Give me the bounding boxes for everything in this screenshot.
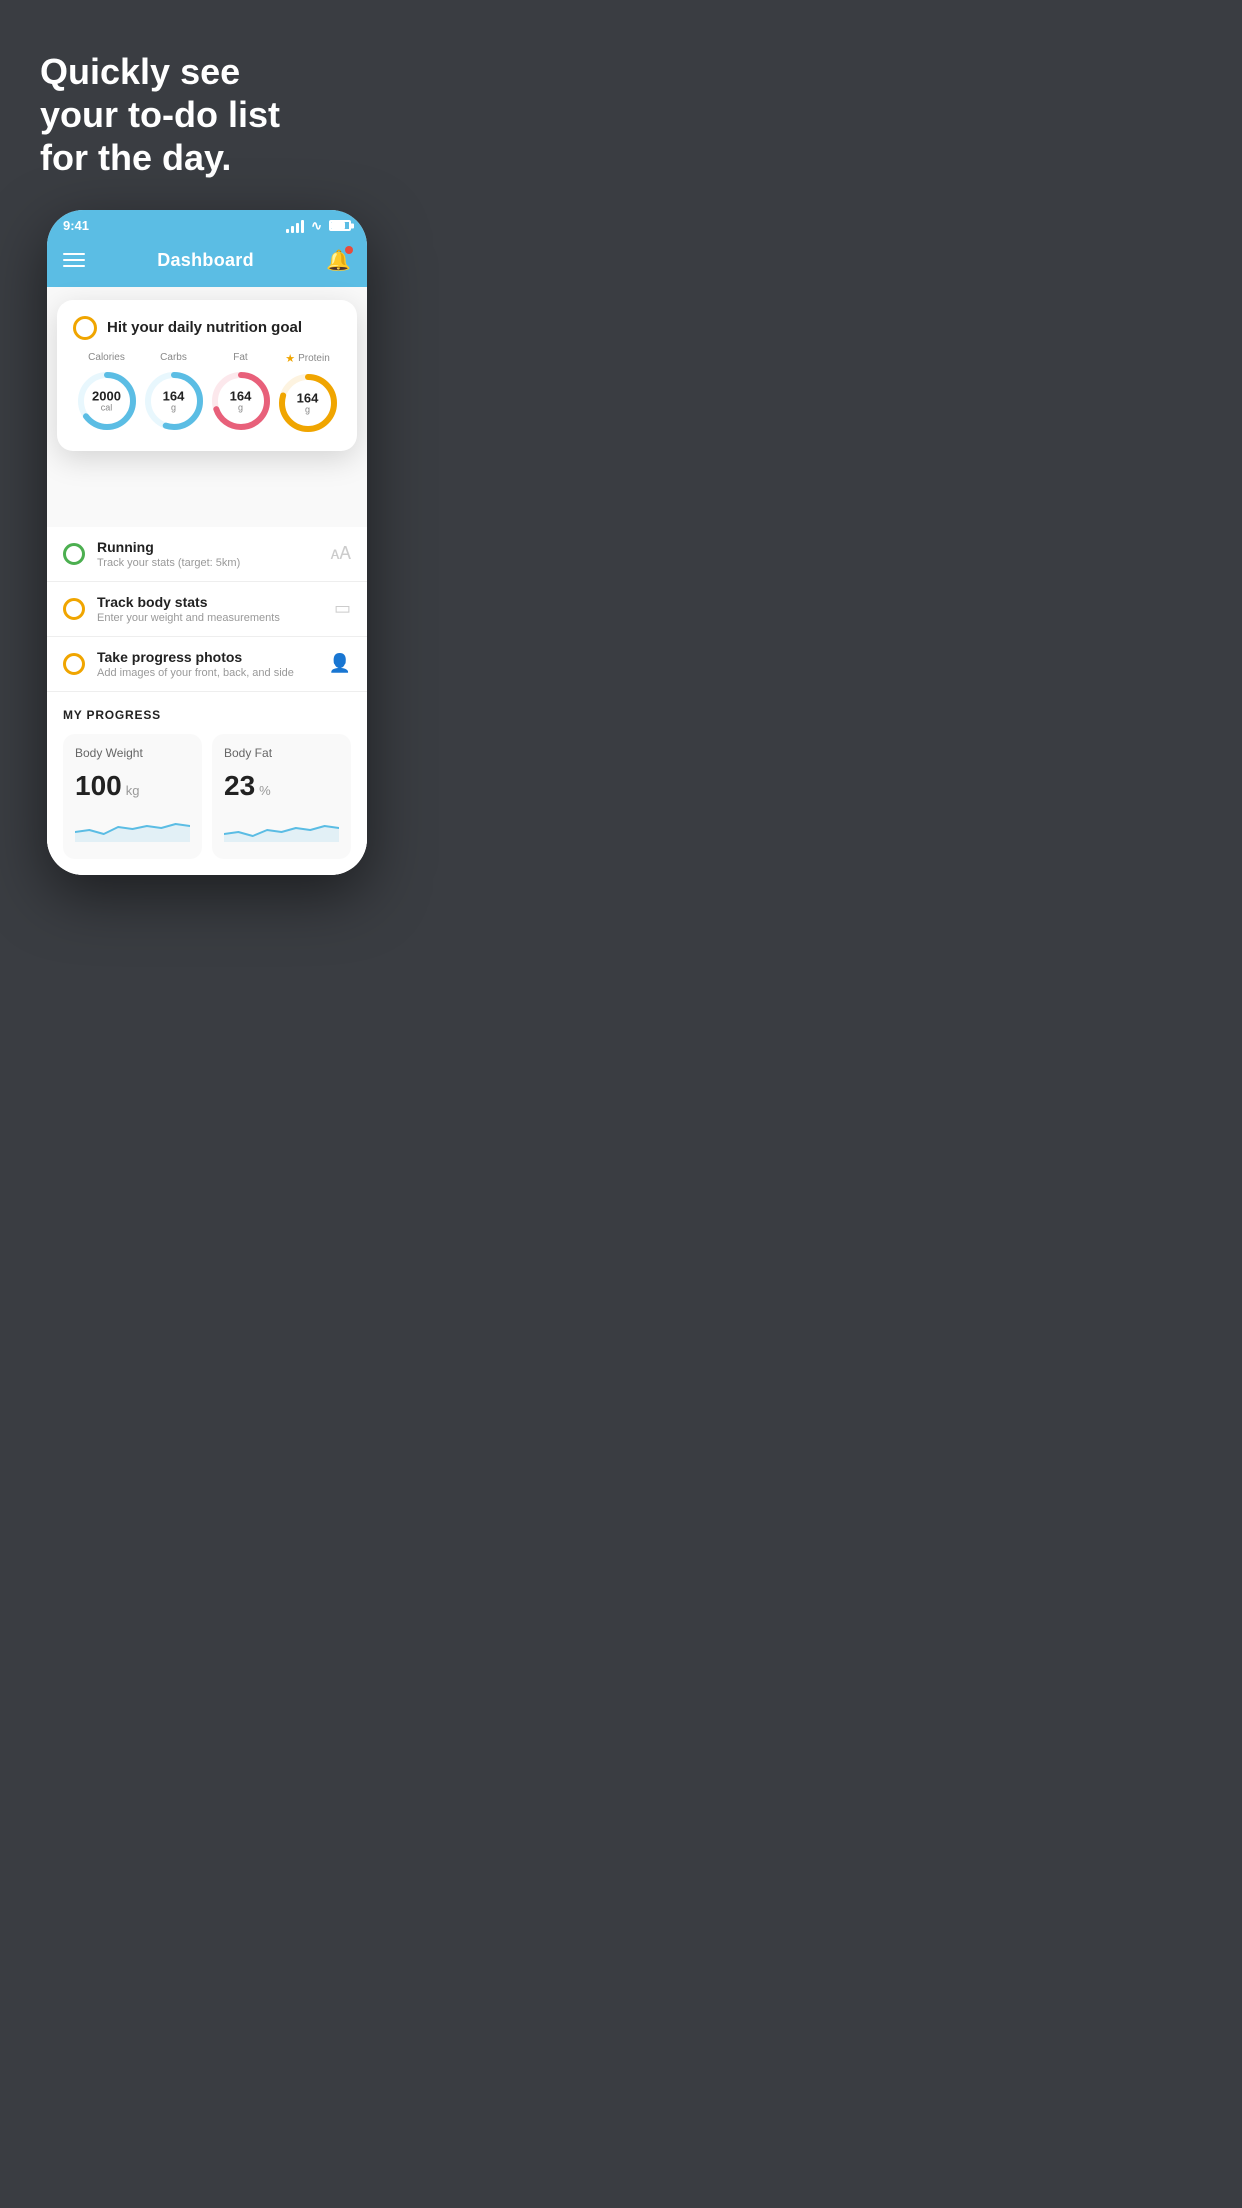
nutrition-card[interactable]: Hit your daily nutrition goal Calories 2…: [57, 300, 357, 451]
body-weight-unit: kg: [126, 783, 140, 798]
body-fat-value: 23: [224, 770, 255, 802]
todo-circle-running: [63, 543, 85, 565]
wifi-icon: ∿: [311, 218, 322, 234]
todo-circle-photos: [63, 653, 85, 675]
carbs-unit: g: [163, 402, 185, 412]
protein-unit: g: [297, 404, 319, 414]
body-weight-title: Body Weight: [75, 746, 190, 760]
fat-unit: g: [230, 402, 252, 412]
protein-label: ★ Protein: [285, 352, 330, 365]
list-item[interactable]: Track body stats Enter your weight and m…: [47, 582, 367, 637]
calories-unit: cal: [92, 402, 121, 412]
hero-title: Quickly see your to-do list for the day.: [40, 50, 374, 180]
running-icon: 🗚: [331, 543, 351, 564]
calories-donut: 2000 cal: [75, 369, 139, 433]
body-weight-card[interactable]: Body Weight 100 kg: [63, 734, 202, 859]
todo-text-running: Running Track your stats (target: 5km): [97, 539, 319, 569]
protein-item: ★ Protein 164 g: [276, 352, 340, 435]
body-weight-value-row: 100 kg: [75, 770, 190, 802]
calories-item: Calories 2000 cal: [75, 352, 139, 433]
photo-icon: 👤: [329, 653, 351, 674]
star-icon: ★: [285, 352, 295, 365]
todo-text-photos: Take progress photos Add images of your …: [97, 649, 317, 679]
calories-value: 2000: [92, 389, 121, 402]
protein-value: 164: [297, 391, 319, 404]
scale-icon: ▭: [334, 598, 351, 619]
progress-section: MY PROGRESS Body Weight 100 kg Body Fat: [47, 692, 367, 875]
app-title: Dashboard: [157, 250, 254, 271]
todo-subtitle-running: Track your stats (target: 5km): [97, 557, 319, 569]
calories-label: Calories: [88, 352, 125, 363]
list-item[interactable]: Take progress photos Add images of your …: [47, 637, 367, 692]
status-bar: 9:41 ∿: [47, 210, 367, 238]
battery-icon: [329, 220, 351, 231]
body-weight-sparkline: [75, 812, 190, 842]
progress-section-title: MY PROGRESS: [63, 708, 351, 722]
todo-subtitle-bodystats: Enter your weight and measurements: [97, 612, 322, 624]
card-check-circle: [73, 316, 97, 340]
fat-value: 164: [230, 389, 252, 402]
card-title: Hit your daily nutrition goal: [107, 319, 302, 336]
todo-circle-bodystats: [63, 598, 85, 620]
body-fat-title: Body Fat: [224, 746, 339, 760]
list-item[interactable]: Running Track your stats (target: 5km) 🗚: [47, 527, 367, 582]
todo-title-running: Running: [97, 539, 319, 555]
body-fat-value-row: 23 %: [224, 770, 339, 802]
app-header: Dashboard 🔔: [47, 238, 367, 287]
body-fat-sparkline: [224, 812, 339, 842]
fat-label: Fat: [233, 352, 247, 363]
todo-title-bodystats: Track body stats: [97, 594, 322, 610]
hero-section: Quickly see your to-do list for the day.: [0, 0, 414, 210]
todo-title-photos: Take progress photos: [97, 649, 317, 665]
phone-mockup: 9:41 ∿ Dashboard 🔔 THINGS TO DO TODAY: [47, 210, 367, 875]
body-weight-value: 100: [75, 770, 122, 802]
carbs-value: 164: [163, 389, 185, 402]
body-fat-card[interactable]: Body Fat 23 %: [212, 734, 351, 859]
status-icons: ∿: [286, 218, 351, 234]
fat-item: Fat 164 g: [209, 352, 273, 433]
carbs-item: Carbs 164 g: [142, 352, 206, 433]
todo-subtitle-photos: Add images of your front, back, and side: [97, 667, 317, 679]
nutrition-row: Calories 2000 cal Carbs: [73, 352, 341, 435]
time: 9:41: [63, 218, 89, 233]
carbs-label: Carbs: [160, 352, 187, 363]
body-fat-unit: %: [259, 783, 271, 798]
todo-list: Running Track your stats (target: 5km) 🗚…: [47, 527, 367, 692]
signal-icon: [286, 219, 304, 233]
notification-button[interactable]: 🔔: [326, 248, 351, 273]
fat-donut: 164 g: [209, 369, 273, 433]
carbs-donut: 164 g: [142, 369, 206, 433]
protein-donut: 164 g: [276, 371, 340, 435]
progress-cards: Body Weight 100 kg Body Fat 23 %: [63, 734, 351, 875]
card-title-row: Hit your daily nutrition goal: [73, 316, 341, 340]
todo-text-bodystats: Track body stats Enter your weight and m…: [97, 594, 322, 624]
menu-button[interactable]: [63, 253, 85, 267]
notification-badge: [345, 246, 353, 254]
